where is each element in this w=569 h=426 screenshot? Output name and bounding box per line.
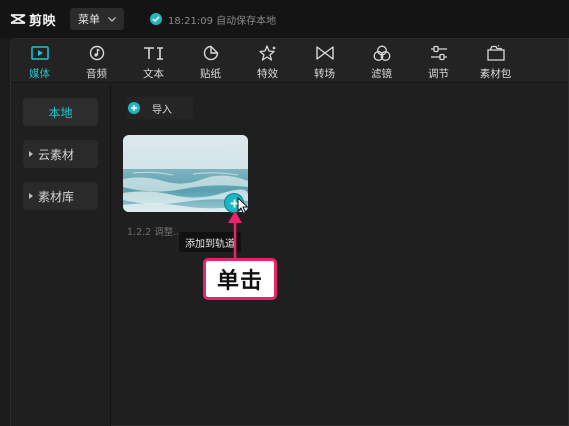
asset-pack-icon: [486, 44, 505, 62]
tab-label: 音频: [86, 68, 107, 80]
tab-label: 媒体: [29, 68, 50, 80]
media-icon: [30, 44, 49, 62]
caret-right-icon: [29, 193, 33, 199]
sidebar-item-cloud[interactable]: 云素材: [23, 140, 98, 168]
tab-transition[interactable]: 转场: [296, 39, 353, 83]
filter-icon: [373, 44, 391, 62]
tab-text[interactable]: 文本: [125, 39, 182, 83]
callout-arrow-icon: [224, 209, 246, 265]
category-toolbar: 媒体 音频 文本 贴纸 特效 转场 滤镜 调节 素材包: [11, 39, 568, 83]
media-panel: 媒体 音频 文本 贴纸 特效 转场 滤镜 调节 素材包 本地 云素材 素材库 导…: [10, 38, 569, 426]
click-callout-label: 单击: [203, 258, 277, 300]
clip-file-name: 1.2.2 调整...: [127, 227, 183, 238]
effects-icon: [258, 44, 277, 62]
sidebar-item-library[interactable]: 素材库: [23, 182, 98, 210]
tab-sticker[interactable]: 贴纸: [182, 39, 239, 83]
text-icon: [143, 44, 165, 62]
sidebar-item-local[interactable]: 本地: [23, 98, 98, 126]
caret-right-icon: [29, 151, 33, 157]
import-label: 导入: [152, 104, 172, 116]
tab-label: 特效: [257, 68, 278, 80]
adjust-icon: [430, 44, 448, 62]
plus-icon: [128, 102, 140, 114]
tab-asset-pack[interactable]: 素材包: [467, 39, 524, 83]
tab-label: 贴纸: [200, 68, 221, 80]
check-icon: [150, 13, 163, 25]
app-name: 剪映: [29, 13, 57, 29]
capcut-logo-icon: [10, 14, 26, 24]
app-window: 剪映 菜单 18:21:09 自动保存本地 媒体 音频 文本 贴纸 特效 转场 …: [0, 0, 569, 426]
tab-filter[interactable]: 滤镜: [353, 39, 410, 83]
autosave-status: 18:21:09 自动保存本地: [150, 12, 276, 27]
tab-label: 素材包: [479, 68, 512, 80]
audio-icon: [89, 44, 105, 62]
tab-label: 转场: [314, 68, 335, 80]
tab-label: 滤镜: [371, 68, 392, 80]
tab-audio[interactable]: 音频: [68, 39, 125, 83]
sidebar-item-label: 云素材: [38, 147, 75, 162]
tab-label: 文本: [143, 68, 164, 80]
sidebar-item-label: 素材库: [38, 189, 75, 204]
clip-duration: 00:10: [220, 138, 244, 147]
chevron-down-icon: [108, 16, 116, 22]
title-bar: 剪映 菜单 18:21:09 自动保存本地: [0, 0, 569, 38]
menu-label: 菜单: [78, 13, 101, 26]
tab-label: 调节: [428, 68, 449, 80]
sidebar-item-label: 本地: [48, 105, 73, 120]
app-logo: 剪映: [10, 10, 56, 29]
sticker-icon: [203, 44, 219, 62]
import-button[interactable]: 导入: [127, 97, 193, 119]
source-sidebar: 本地 云素材 素材库: [11, 84, 111, 426]
tab-effects[interactable]: 特效: [239, 39, 296, 83]
tab-media[interactable]: 媒体: [11, 39, 68, 83]
autosave-text: 18:21:09 自动保存本地: [168, 15, 277, 27]
transition-icon: [315, 44, 334, 62]
tab-adjust[interactable]: 调节: [410, 39, 467, 83]
menu-button[interactable]: 菜单: [70, 8, 125, 30]
